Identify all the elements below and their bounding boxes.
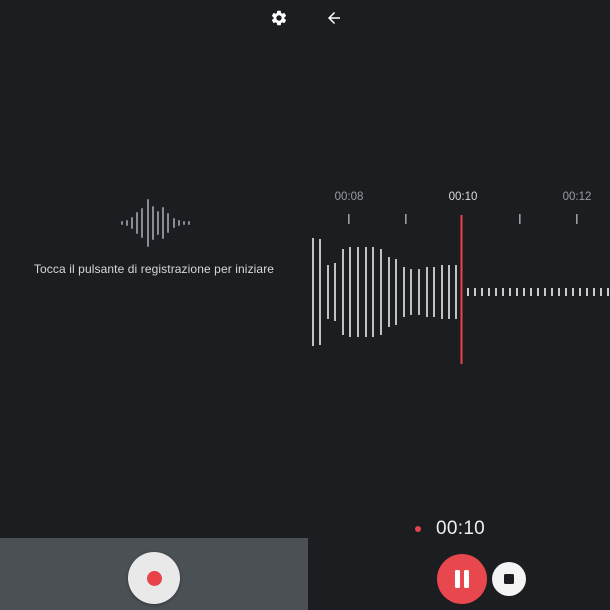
recording-timeline[interactable]: 00:08 00:10 00:12 [308, 185, 610, 370]
stop-button[interactable] [492, 562, 526, 596]
time-ticks [348, 214, 578, 224]
arrow-left-icon[interactable] [325, 9, 343, 27]
playhead [460, 215, 463, 364]
future-baseline [467, 288, 609, 296]
gear-icon[interactable] [270, 9, 288, 27]
waveform-icon [118, 196, 194, 250]
stop-icon [504, 574, 514, 584]
pause-button[interactable] [437, 554, 487, 604]
elapsed-time: 00:10 [436, 518, 486, 539]
recording-indicator [415, 526, 421, 532]
waveform-bars [312, 238, 457, 346]
record-icon [147, 571, 162, 586]
recorded-waveform [312, 214, 609, 364]
record-button[interactable] [128, 552, 180, 604]
recorder-screen: Tocca il pulsante di registrazione per i… [0, 0, 610, 610]
idle-hint: Tocca il pulsante di registrazione per i… [33, 262, 275, 276]
